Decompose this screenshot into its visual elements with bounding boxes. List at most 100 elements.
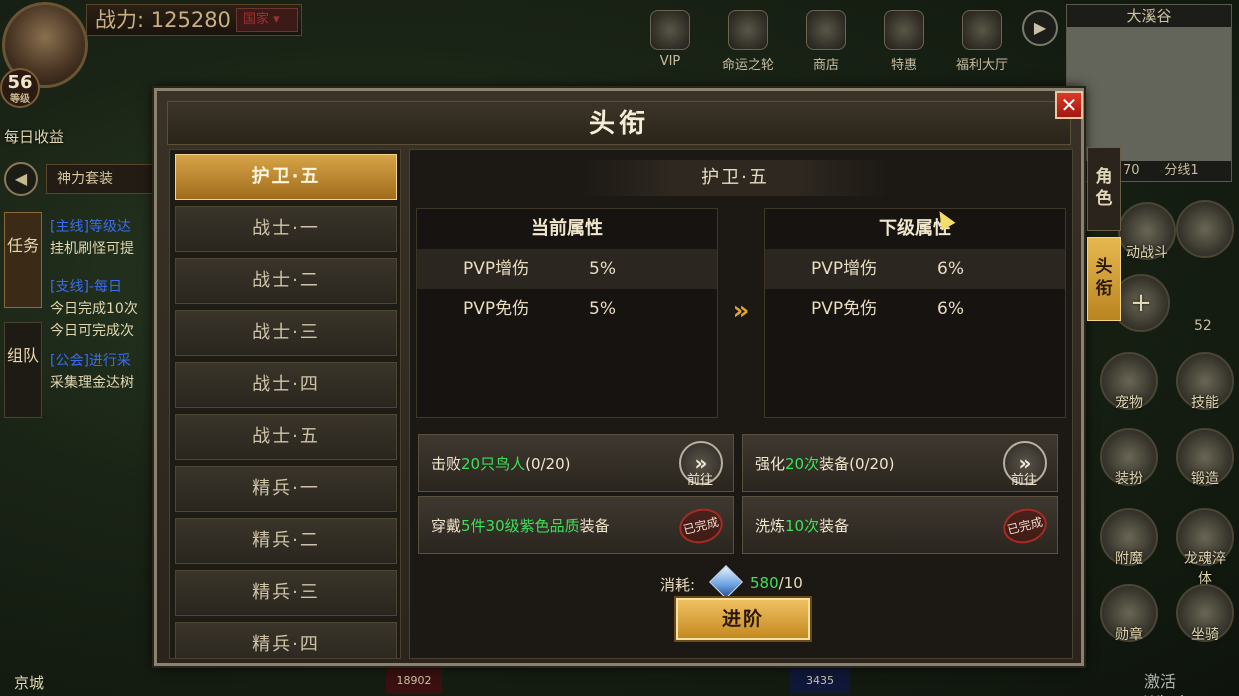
enchant-button[interactable]: 附魔 [1100, 508, 1158, 567]
medal-button[interactable]: 勋章 [1100, 584, 1158, 643]
rank-item-active[interactable]: 护卫·五 [175, 154, 397, 200]
quest-text: 采集理金达树 [50, 375, 134, 391]
task-text-post: 装备(0/20) [819, 455, 895, 473]
welfare-hall-label: 福利大厅 [955, 58, 1008, 73]
task-text-post: (0/20) [525, 455, 571, 473]
attribute-row: PVP增伤 5% [417, 249, 717, 289]
attribute-value: 6% [937, 299, 964, 319]
cost-owned: 580 [750, 574, 779, 592]
map-name: 大溪谷 [1067, 5, 1231, 27]
task-text-post: 装备 [579, 517, 610, 535]
current-attributes: 当前属性 PVP增伤 5% PVP免伤 5% [416, 208, 718, 418]
pet-button[interactable]: 宠物 [1100, 352, 1158, 411]
attribute-name: PVP免伤 [463, 299, 530, 319]
attribute-row: PVP增伤 6% [765, 249, 1065, 289]
task-text-highlight: 20只鸟人 [461, 455, 526, 473]
map-coord: 70 [1123, 163, 1140, 178]
dragon-soul-button[interactable]: 龙魂淬体 [1176, 508, 1234, 587]
auto-battle-button[interactable]: 动战斗 [1118, 202, 1176, 261]
task-card: 洗炼10次装备 已完成 [742, 496, 1058, 554]
rank-item[interactable]: 战士·二 [175, 258, 397, 304]
shop-button[interactable]: 商店 [794, 6, 858, 73]
mount-button[interactable]: 坐骑 [1176, 584, 1234, 643]
attribute-row: PVP免伤 5% [417, 289, 717, 329]
quest-tag[interactable]: [主线]等级达 [50, 216, 154, 238]
expand-arrow-icon[interactable]: ▶ [1022, 10, 1058, 46]
enchant-label: 附魔 [1115, 551, 1143, 567]
crosshair-icon[interactable] [1176, 200, 1234, 258]
go-label[interactable]: 前往 [687, 473, 713, 489]
costume-button[interactable]: 装扮 [1100, 428, 1158, 487]
book-icon [884, 10, 924, 50]
attribute-value: 5% [589, 259, 616, 279]
quest-text: 今日完成10次 [50, 301, 138, 317]
go-label[interactable]: 前往 [1011, 473, 1037, 489]
map-line[interactable]: 分线1 [1164, 163, 1198, 178]
mp-value: 3435 [790, 668, 850, 694]
attribute-name: PVP增伤 [463, 259, 530, 279]
vip-button[interactable]: VIP [638, 6, 702, 72]
quest-tag[interactable]: [支线]-每日 [50, 276, 154, 298]
task-card: 击败20只鸟人(0/20) » 前往 [418, 434, 734, 492]
rank-item[interactable]: 战士·三 [175, 310, 397, 356]
auto-battle-label: 动战斗 [1126, 245, 1168, 261]
country-button[interactable]: 国家 ▾ [236, 8, 298, 32]
collapse-arrow-icon[interactable]: ◀ [4, 162, 38, 196]
pet-label: 宠物 [1115, 395, 1143, 411]
task-text-post: 装备 [819, 517, 850, 535]
special-offer-button[interactable]: 特惠 [872, 6, 936, 73]
quest-tag[interactable]: [公会]进行采 [50, 350, 154, 372]
hp-value: 18902 [386, 668, 442, 694]
minimap-view[interactable] [1067, 27, 1231, 161]
capital-city-button[interactable]: 京城 [14, 672, 44, 693]
tab-title[interactable]: 头衔 [1087, 237, 1121, 321]
next-attributes-header: 下级属性 [879, 218, 951, 239]
rank-item[interactable]: 精兵·三 [175, 570, 397, 616]
wheel-label: 命运之轮 [721, 58, 774, 73]
close-button[interactable]: ✕ [1055, 91, 1083, 119]
wheel-icon [728, 10, 768, 50]
crystal-gem-icon [709, 565, 743, 599]
rank-item[interactable]: 精兵·四 [175, 622, 397, 658]
special-offer-label: 特惠 [890, 58, 917, 73]
advance-button[interactable]: 进阶 [676, 598, 810, 640]
tab-team-label: 组队 [6, 346, 39, 365]
tab-quest-label: 任务 [6, 236, 39, 255]
divine-suit-button[interactable]: 神力套装 [46, 164, 156, 194]
rank-item[interactable]: 战士·一 [175, 206, 397, 252]
close-icon: ✕ [1060, 93, 1078, 117]
task-text-highlight: 10次 [785, 517, 820, 535]
forge-button[interactable]: 锻造 [1176, 428, 1234, 487]
selected-rank-name: 护卫·五 [580, 160, 890, 196]
task-text-pre: 穿戴 [431, 517, 462, 535]
chevron-down-icon: ▾ [273, 12, 280, 27]
attribute-name: PVP增伤 [811, 259, 878, 279]
level-value: 56 [7, 72, 33, 93]
tab-team[interactable]: 组队 [4, 322, 42, 418]
dialog-header: 头衔 [167, 101, 1071, 145]
rank-item[interactable]: 战士·五 [175, 414, 397, 460]
tab-role[interactable]: 角色 [1087, 147, 1121, 231]
completed-stamp: 已完成 [999, 504, 1051, 548]
daily-income-button[interactable]: 每日收益 [4, 126, 64, 147]
completed-stamp: 已完成 [675, 504, 727, 548]
rank-list[interactable]: 护卫·五 战士·一 战士·二 战士·三 战士·四 战士·五 精兵·一 精兵·二 … [169, 149, 401, 659]
skills-button[interactable]: 技能 [1176, 352, 1234, 411]
attribute-value: 5% [589, 299, 616, 319]
rank-item[interactable]: 精兵·一 [175, 466, 397, 512]
wheel-of-fate-button[interactable]: 命运之轮 [716, 6, 780, 73]
level-unit: 等级 [10, 94, 30, 105]
tab-quest[interactable]: 任务 [4, 212, 42, 308]
rank-item[interactable]: 精兵·二 [175, 518, 397, 564]
rank-item[interactable]: 战士·四 [175, 362, 397, 408]
title-dialog: 头衔 ✕ 角色 头衔 护卫·五 战士·一 战士·二 战士·三 战士·四 战士·五… [154, 88, 1121, 666]
task-text-pre: 洗炼 [755, 517, 786, 535]
attribute-row: PVP免伤 6% [765, 289, 1065, 329]
welfare-hall-button[interactable]: 福利大厅 [950, 6, 1014, 73]
forge-label: 锻造 [1191, 471, 1219, 487]
quest-text: 挂机刷怪可提 [50, 241, 134, 257]
quest-tracker[interactable]: [主线]等级达 挂机刷怪可提 [支线]-每日 今日完成10次 今日可完成次 [公… [50, 216, 154, 394]
costume-label: 装扮 [1115, 471, 1143, 487]
double-chevron-right-icon: » [1018, 451, 1032, 475]
mount-label: 坐骑 [1191, 627, 1219, 643]
